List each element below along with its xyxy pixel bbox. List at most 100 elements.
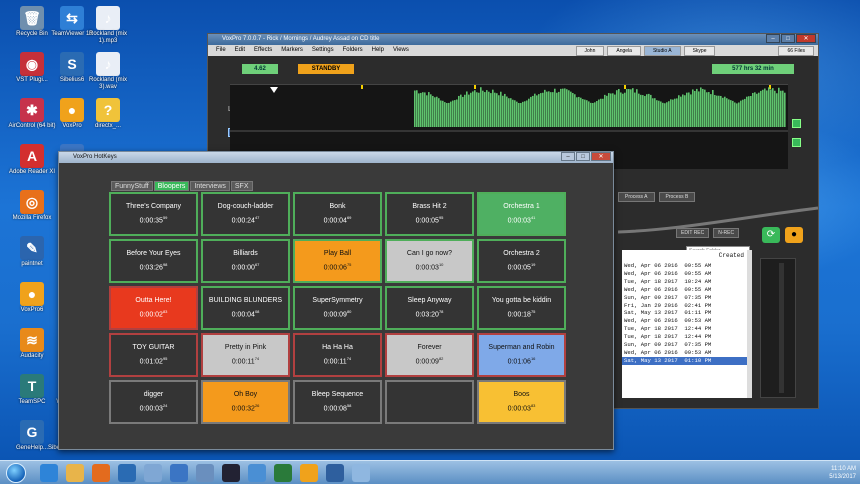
user-button[interactable]: Studio A (643, 46, 681, 56)
folder-scrollbar[interactable] (747, 250, 752, 398)
maximize-icon[interactable]: □ (781, 34, 795, 43)
hotkey-name: Brass Hit 2 (412, 203, 447, 211)
media-icon[interactable] (92, 464, 110, 482)
desktop-icon[interactable]: ♪ Rockland (mix 1).mp3 (80, 6, 136, 54)
menu-item[interactable]: Effects (254, 45, 272, 56)
microphone-icon[interactable]: ● (785, 227, 803, 243)
folder-row[interactable]: Wed, Apr 06 2016 09:53 AM (622, 317, 748, 325)
hotkey-button[interactable]: Outta Here! 0:00:0283 (109, 286, 198, 330)
tab-bloopers[interactable]: Bloopers (153, 181, 190, 191)
hotkey-button[interactable]: Three's Company 0:00:3559 (109, 192, 198, 236)
hotkey-button[interactable]: BUILDING BLUNDERS 0:00:0408 (201, 286, 290, 330)
folder-row[interactable]: Wed, Apr 06 2016 09:55 AM (622, 286, 748, 294)
hotkey-button[interactable]: You gotta be kiddin 0:00:1875 (477, 286, 566, 330)
hotkey-button[interactable]: Can I go now? 0:00:0310 (385, 239, 474, 283)
menu-item[interactable]: Markers (281, 45, 303, 56)
hotkey-button[interactable]: Play Ball 0:00:0675 (293, 239, 382, 283)
menu-item[interactable]: Help (372, 45, 384, 56)
hotkey-button[interactable]: Oh Boy 0:00:3226 (201, 380, 290, 424)
hotkey-button[interactable]: Superman and Robin 0:01:0616 (477, 333, 566, 377)
close-icon[interactable]: ✕ (796, 34, 816, 43)
hotkeys-titlebar[interactable]: VoxPro HotKeys – □ ✕ (59, 152, 613, 163)
hotkey-button[interactable]: Ha Ha Ha 0:00:1174 (293, 333, 382, 377)
folder-row[interactable]: Sun, Apr 09 2017 07:35 PM (622, 294, 748, 302)
desktop-icon[interactable]: ♪ Rockland (mix 3).wav (80, 52, 136, 100)
menu-item[interactable]: Settings (312, 45, 334, 56)
folder-row[interactable]: Tue, Apr 18 2017 12:44 PM (622, 325, 748, 333)
clock-date: 5/13/2017 (829, 474, 856, 480)
app-icon[interactable] (222, 464, 240, 482)
menu-item[interactable]: Edit (235, 45, 245, 56)
start-button[interactable] (6, 463, 26, 483)
user-button[interactable]: John (575, 46, 605, 56)
maximize-icon[interactable]: □ (576, 152, 590, 161)
voxpro-taskbar-icon[interactable] (300, 464, 318, 482)
tab-sfx[interactable]: SFX (230, 181, 253, 191)
user-button[interactable]: Angela (607, 46, 641, 56)
hotkey-time: 0:00:09 (415, 358, 439, 366)
app-icon[interactable] (170, 464, 188, 482)
app-icon[interactable] (196, 464, 214, 482)
hotkey-button[interactable]: Orchestra 2 0:00:0519 (477, 239, 566, 283)
ie-icon[interactable] (40, 464, 58, 482)
hotkey-button[interactable] (385, 380, 474, 424)
hotkey-duration: 0:00:0519 (508, 262, 536, 271)
folder-row[interactable]: Fri, Jan 29 2016 02:41 PM (622, 302, 748, 310)
close-icon[interactable]: ✕ (591, 152, 611, 161)
app-icon[interactable] (144, 464, 162, 482)
n-rec-button[interactable]: N-REC (713, 228, 740, 238)
hotkey-button[interactable]: TOY GUITAR 0:01:0295 (109, 333, 198, 377)
hotkey-duration: 0:00:0341 (508, 215, 536, 224)
explorer-icon[interactable] (66, 464, 84, 482)
created-column-header[interactable]: Created (719, 252, 744, 259)
app-icon[interactable] (326, 464, 344, 482)
edit-rec-button[interactable]: EDIT REC (676, 228, 710, 238)
voxpro-titlebar[interactable]: VoxPro 7.0.0.7 - Rick / Mornings / Audre… (208, 34, 818, 45)
app-icon[interactable] (118, 464, 136, 482)
hotkey-button[interactable]: Bonk 0:00:0469 (293, 192, 382, 236)
menu-item[interactable]: File (216, 45, 226, 56)
folder-list[interactable]: Created Wed, Apr 06 2016 09:55 AM Wed, Ap… (622, 250, 752, 398)
hotkey-button[interactable]: Forever 0:00:0982 (385, 333, 474, 377)
hotkey-button[interactable]: digger 0:00:0324 (109, 380, 198, 424)
hotkey-frac: 10 (438, 262, 444, 268)
hotkey-button[interactable]: Brass Hit 2 0:00:0595 (385, 192, 474, 236)
refresh-icon[interactable]: ⟳ (762, 227, 780, 243)
menu-item[interactable]: Folders (343, 45, 363, 56)
hotkey-button[interactable]: Bleep Sequence 0:00:0858 (293, 380, 382, 424)
zoom-in-button[interactable] (792, 119, 801, 128)
desktop-icon[interactable]: ? directx_... (80, 98, 136, 146)
process-b-button[interactable]: Process B (658, 192, 696, 202)
process-a-button[interactable]: Process A (618, 192, 655, 202)
zoom-out-button[interactable] (792, 138, 801, 147)
hotkey-button[interactable]: Pretty in Pink 0:00:1174 (201, 333, 290, 377)
hotkey-button[interactable]: Orchestra 1 0:00:0341 (477, 192, 566, 236)
hotkey-button[interactable]: Billiards 0:00:0067 (201, 239, 290, 283)
minimize-icon[interactable]: – (766, 34, 780, 43)
hotkey-button[interactable]: Before Your Eyes 0:03:2698 (109, 239, 198, 283)
app-icon: ✎ (20, 236, 44, 260)
desktop-icon-label: Rockland (mix 3).wav (88, 77, 127, 90)
folder-row[interactable]: Wed, Apr 06 2016 09:55 AM (622, 262, 748, 270)
folder-row[interactable]: Tue, Apr 18 2017 12:44 PM (622, 333, 748, 341)
app-icon[interactable] (274, 464, 292, 482)
hotkey-frac: 67 (254, 262, 260, 268)
folder-row[interactable]: Sat, May 13 2017 01:10 PM (622, 356, 748, 365)
folder-row[interactable]: Wed, Apr 06 2016 09:55 AM (622, 270, 748, 278)
tab-interviews[interactable]: Interviews (190, 181, 230, 191)
folder-row[interactable]: Wed, Apr 06 2016 09:53 AM (622, 349, 748, 357)
app-icon[interactable] (352, 464, 370, 482)
hotkey-button[interactable]: SuperSymmetry 0:00:0980 (293, 286, 382, 330)
folder-row[interactable]: Sat, May 13 2017 01:11 PM (622, 309, 748, 317)
user-button[interactable]: Skype (683, 46, 716, 56)
hotkey-button[interactable]: Sleep Anyway 0:03:2078 (385, 286, 474, 330)
folder-row[interactable]: Tue, Apr 18 2017 10:24 AM (622, 278, 748, 286)
system-tray-clock[interactable]: 11:10 AM 5/13/2017 (829, 465, 856, 481)
hotkey-button[interactable]: Boos 0:00:0383 (477, 380, 566, 424)
folder-row[interactable]: Sun, Apr 09 2017 07:35 PM (622, 341, 748, 349)
hotkey-button[interactable]: Dog-couch-ladder 0:00:2447 (201, 192, 290, 236)
minimize-icon[interactable]: – (561, 152, 575, 161)
app-icon[interactable] (248, 464, 266, 482)
tab-funnystuff[interactable]: FunnyStuff (111, 181, 153, 191)
menu-item[interactable]: Views (393, 45, 409, 56)
